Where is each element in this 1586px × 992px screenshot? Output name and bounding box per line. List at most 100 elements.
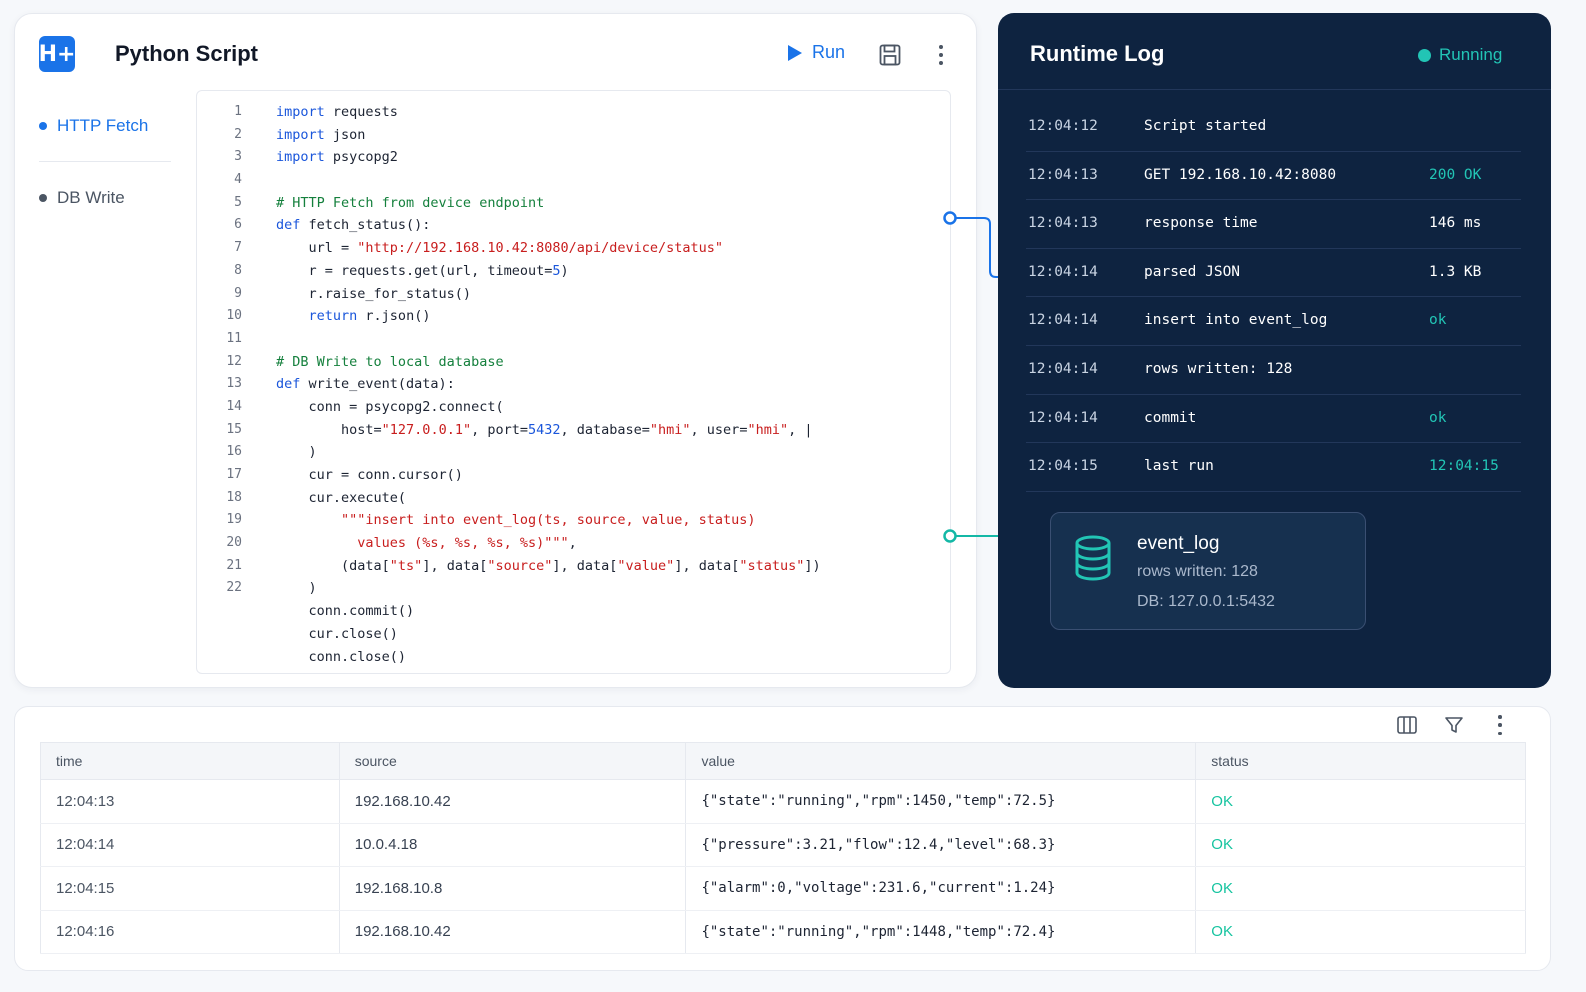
table-row[interactable]: 12:04:15 192.168.10.8 {"alarm":0,"voltage"… (40, 866, 1526, 911)
event-log-table: time source value status 12:04:13 192.168… (40, 742, 1526, 954)
log-time: 12:04:13 (1028, 215, 1098, 232)
code-editor[interactable]: 1 import requests 2 import json 3 import psyc… (196, 90, 951, 674)
columns-icon[interactable] (1397, 716, 1417, 734)
log-time: 12:04:14 (1028, 263, 1098, 280)
log-time: 12:04:13 (1028, 166, 1098, 183)
code-text: url = "http://192.168.10.42:8080/api/dev… (276, 240, 724, 257)
code-line: 13 def write_event(data): (197, 373, 950, 396)
log-message: rows written: 128 (1144, 360, 1293, 377)
db-address: DB: 127.0.0.1:5432 (1137, 593, 1275, 610)
line-number: 4 (234, 172, 242, 188)
line-number: 22 (226, 580, 242, 596)
bullet-icon (39, 194, 47, 202)
code-line: 5 # HTTP Fetch from device endpoint (197, 192, 950, 215)
column-header-value[interactable]: value (685, 742, 1197, 780)
log-message: commit (1144, 409, 1197, 426)
code-line: 7 url = "http://192.168.10.42:8080/api/d… (197, 237, 950, 260)
connector-node-http (943, 211, 957, 225)
cell-status: OK (1195, 910, 1526, 954)
code-text: (data["ts"], data["source"], data["value… (276, 557, 821, 574)
code-text: # DB Write to local database (276, 353, 504, 370)
line-number: 13 (226, 376, 242, 392)
log-title: Runtime Log (1030, 41, 1165, 66)
play-icon (788, 44, 802, 61)
db-target-card[interactable]: event_log rows written: 128 DB: 127.0.0.… (1050, 512, 1366, 630)
cell-time: 12:04:13 (40, 779, 340, 824)
code-text: import psycopg2 (276, 149, 398, 166)
db-table-name: event_log (1137, 533, 1220, 554)
script-section-nav: HTTP Fetch DB Write (39, 90, 171, 234)
log-time: 12:04:15 (1028, 458, 1098, 475)
log-message: last run (1144, 458, 1214, 475)
cell-status: OK (1195, 823, 1526, 867)
cell-time: 12:04:15 (40, 866, 340, 911)
code-line: 11 (197, 328, 950, 351)
filter-icon[interactable] (1444, 715, 1464, 735)
table-row[interactable]: 12:04:13 192.168.10.42 {"state":"running",… (40, 779, 1526, 824)
code-text: ) (276, 580, 317, 597)
log-time: 12:04:14 (1028, 360, 1098, 377)
code-text: r.raise_for_status() (276, 285, 472, 302)
code-line: 14 conn = psycopg2.connect( (197, 396, 950, 419)
code-text: cur.execute( (276, 489, 407, 506)
more-vertical-icon[interactable] (1497, 715, 1503, 735)
connector-node-db (943, 529, 957, 543)
code-text: return r.json() (308, 308, 431, 325)
code-line: 17 cur = conn.cursor() (197, 464, 950, 487)
log-value: 146 ms (1429, 215, 1482, 232)
code-text: # HTTP Fetch from device endpoint (276, 194, 545, 211)
code-line: 20 values (%s, %s, %s, %s)""", (197, 532, 950, 555)
divider (998, 89, 1551, 90)
log-value: ok (1429, 409, 1447, 426)
column-header-status[interactable]: status (1195, 742, 1526, 780)
log-time: 12:04:14 (1028, 409, 1098, 426)
code-line: 15 host="127.0.0.1", port=5432, database… (197, 419, 950, 442)
line-number: 12 (226, 353, 242, 369)
log-message: response time (1144, 215, 1258, 232)
nav-item-label: HTTP Fetch (57, 115, 149, 135)
line-number: 8 (234, 262, 242, 278)
cell-time: 12:04:16 (40, 910, 340, 954)
code-line: 9 r.raise_for_status() (197, 283, 950, 306)
table-body: 12:04:13 192.168.10.42 {"state":"running",… (40, 779, 1526, 954)
status-badge: Running (1418, 45, 1502, 65)
code-line: cur.close() (197, 623, 950, 646)
log-time: 12:04:14 (1028, 312, 1098, 329)
nav-item-http-fetch[interactable]: HTTP Fetch (39, 90, 171, 162)
line-number: 11 (226, 330, 242, 346)
table-row[interactable]: 12:04:14 10.0.4.18 {"pressure":3.21,"flow"… (40, 823, 1526, 867)
log-entry: 12:04:15 last run 12:04:15 (1026, 443, 1521, 492)
code-line: 16 ) (197, 441, 950, 464)
log-message: insert into event_log (1144, 312, 1328, 329)
code-text: import json (276, 126, 366, 143)
nav-item-db-write[interactable]: DB Write (39, 162, 171, 234)
more-vertical-icon[interactable] (929, 42, 953, 68)
line-number: 14 (226, 398, 242, 414)
database-icon (1075, 535, 1111, 581)
log-message: parsed JSON (1144, 263, 1241, 280)
cell-source: 10.0.4.18 (339, 823, 687, 867)
code-line: 6 def fetch_status(): (197, 214, 950, 237)
log-value: ok (1429, 312, 1447, 329)
line-number: 10 (226, 308, 242, 324)
cell-time: 12:04:14 (40, 823, 340, 867)
code-line: 2 import json (197, 124, 950, 147)
log-entry: 12:04:13 GET 192.168.10.42:8080 200 OK (1026, 152, 1521, 201)
cell-source: 192.168.10.8 (339, 866, 687, 911)
line-number: 3 (234, 149, 242, 165)
runtime-log-panel: Runtime Log Running 12:04:12 Script start… (998, 13, 1551, 688)
line-number: 15 (226, 421, 242, 437)
script-editor-card: H+ Python Script Run HTTP Fetch DB Write… (14, 13, 977, 688)
run-button[interactable]: Run (788, 42, 845, 63)
status-dot-icon (1418, 48, 1431, 62)
table-header-row: time source value status (40, 742, 1526, 780)
table-row[interactable]: 12:04:16 192.168.10.42 {"state":"running",… (40, 910, 1526, 954)
line-number: 2 (234, 126, 242, 142)
line-number: 21 (226, 557, 242, 573)
log-entry: 12:04:12 Script started (1026, 103, 1521, 152)
column-header-source[interactable]: source (339, 742, 687, 780)
column-header-time[interactable]: time (40, 742, 340, 780)
log-entry: 12:04:14 parsed JSON 1.3 KB (1026, 249, 1521, 298)
save-icon[interactable] (878, 43, 902, 67)
log-entry: 12:04:14 rows written: 128 (1026, 346, 1521, 395)
